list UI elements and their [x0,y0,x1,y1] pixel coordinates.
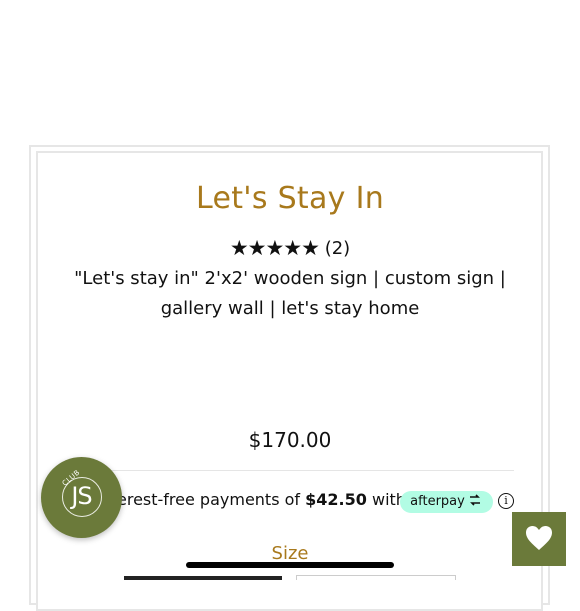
afterpay-arrows-icon [469,494,480,506]
info-icon[interactable]: i [498,493,514,509]
afterpay-label: afterpay [410,494,465,509]
review-count: (2) [324,238,351,259]
rating-stars-icon: ★★★★★ [229,236,320,260]
installment-text: erest-free payments of $42.50 with [117,490,406,509]
favorite-button[interactable] [512,512,566,566]
installment-prefix: erest-free payments of [117,490,306,509]
product-title: Let's Stay In [195,181,385,216]
heart-icon [526,526,552,550]
size-option[interactable] [296,575,456,580]
product-description: "Let's stay in" 2'x2' wooden sign | cust… [74,268,506,319]
rating[interactable]: ★★★★★ (2) [0,236,580,260]
badge-initials: JS [71,482,92,510]
divider [66,470,514,471]
product-card [36,151,543,611]
installment-amount: $42.50 [305,490,367,509]
home-indicator[interactable] [186,562,394,568]
product-price: $170.00 [248,428,332,452]
size-option-selected[interactable] [124,576,282,580]
afterpay-badge[interactable]: afterpay [400,491,493,513]
size-label: Size [271,543,309,564]
club-js-badge[interactable]: CLUB JS [41,457,122,538]
